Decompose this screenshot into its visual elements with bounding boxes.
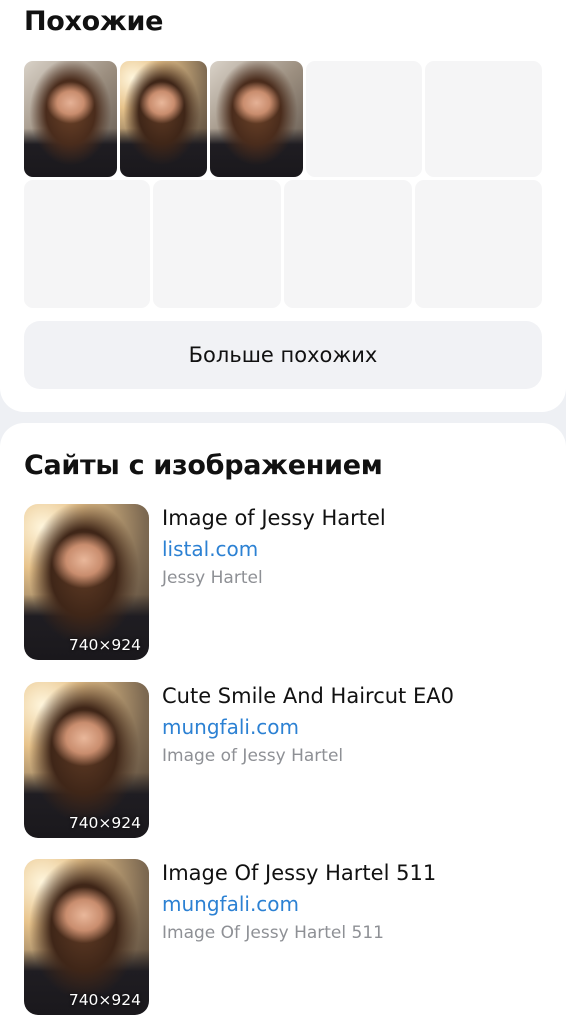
similar-image-placeholder [24,180,150,308]
site-result-item[interactable]: 740×924 Image of Jessy Hartel listal.com… [24,504,544,660]
similar-image-placeholder [284,180,412,308]
site-result-domain-link[interactable]: mungfali.com [162,715,299,739]
site-result-item[interactable]: 740×924 Image Of Jessy Hartel 511 mungfa… [24,859,544,1015]
image-resolution-label: 740×924 [68,636,141,654]
similar-image-thumbnail[interactable] [120,61,207,177]
similar-image-thumbnail[interactable] [210,61,303,177]
similar-section-title: Похожие [24,6,164,37]
image-resolution-label: 740×924 [68,991,141,1009]
sites-section-title: Сайты с изображением [24,450,383,481]
similar-images-card: Похожие Больше похожих [0,0,566,412]
site-result-thumbnail[interactable]: 740×924 [24,859,149,1015]
similar-image-thumbnail[interactable] [24,61,117,177]
site-result-domain-link[interactable]: mungfali.com [162,892,299,916]
site-result-title[interactable]: Image Of Jessy Hartel 511 [162,861,436,885]
site-result-thumbnail[interactable]: 740×924 [24,682,149,838]
similar-image-placeholder [425,61,542,177]
site-result-description: Image Of Jessy Hartel 511 [162,923,384,943]
site-result-thumbnail[interactable]: 740×924 [24,504,149,660]
site-result-item[interactable]: 740×924 Cute Smile And Haircut EA0 mungf… [24,682,544,838]
site-result-title[interactable]: Cute Smile And Haircut EA0 [162,684,454,708]
site-result-description: Image of Jessy Hartel [162,746,344,766]
site-result-title[interactable]: Image of Jessy Hartel [162,506,386,530]
image-resolution-label: 740×924 [68,814,141,832]
sites-with-image-card: Сайты с изображением 740×924 Image of Je… [0,423,566,1024]
similar-image-placeholder [306,61,422,177]
site-result-description: Jessy Hartel [162,568,263,588]
site-result-domain-link[interactable]: listal.com [162,537,258,561]
more-similar-button[interactable]: Больше похожих [24,321,542,389]
similar-image-placeholder [415,180,542,308]
similar-image-placeholder [153,180,281,308]
